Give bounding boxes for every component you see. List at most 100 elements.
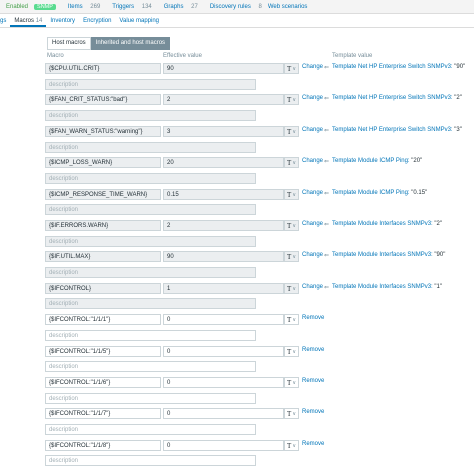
- triggers-link[interactable]: Triggers 134: [106, 4, 151, 10]
- value-type-button[interactable]: T ∨: [284, 63, 299, 74]
- description-input[interactable]: description: [45, 455, 256, 466]
- macro-input[interactable]: {$IFCONTROL:"1/1/8"}: [45, 440, 161, 451]
- change-button[interactable]: Change: [302, 158, 323, 164]
- host-macros-button[interactable]: Host macros: [47, 37, 91, 50]
- template-macro-value: "90": [454, 64, 466, 70]
- description-field: description: [45, 142, 256, 153]
- description-input[interactable]: description: [45, 393, 256, 404]
- description-row: description: [0, 142, 474, 154]
- value-type-button[interactable]: T ∨: [284, 283, 299, 294]
- description-input[interactable]: description: [45, 330, 256, 341]
- value-input[interactable]: 0: [163, 314, 284, 325]
- column-header-macro: Macro: [47, 53, 64, 59]
- remove-button[interactable]: Remove: [302, 315, 324, 321]
- macro-input[interactable]: {$IFCONTROL:"1/1/1"}: [45, 314, 161, 325]
- inherited-macro-row: {$IF.UTIL.MAX} 90 T ∨ Change ⇐ Template Module…: [0, 251, 474, 263]
- change-button[interactable]: Change: [302, 64, 323, 70]
- description-input[interactable]: description: [45, 361, 256, 372]
- host-tabs: gs Macros 14 Inventory Encryption Value …: [0, 14, 474, 28]
- change-button[interactable]: Change: [302, 252, 323, 258]
- template-link[interactable]: Template Module Interfaces SNMPv3:: [332, 284, 433, 290]
- macro-field: {$IFCONTROL}: [45, 283, 161, 294]
- web-scenarios-link[interactable]: Web scenarios: [268, 4, 308, 10]
- description-row: description: [0, 424, 474, 436]
- remove-button[interactable]: Remove: [302, 378, 324, 384]
- value-type-button[interactable]: T ∨: [284, 251, 299, 262]
- chevron-down-icon: ∨: [292, 286, 296, 292]
- tab-value-mapping[interactable]: Value mapping: [115, 18, 163, 27]
- change-button[interactable]: Change: [302, 221, 323, 227]
- change-button[interactable]: Change: [302, 190, 323, 196]
- description-field: description: [45, 110, 256, 121]
- template-macro-value: "3": [454, 127, 462, 133]
- template-link[interactable]: Template Net HP Enterprise Switch SNMPv3…: [332, 95, 453, 101]
- text-type-icon: T: [287, 159, 292, 167]
- value-field: 3: [163, 126, 284, 137]
- remove-button[interactable]: Remove: [302, 441, 324, 447]
- remove-button[interactable]: Remove: [302, 347, 324, 353]
- template-link[interactable]: Template Module ICMP Ping:: [332, 190, 410, 196]
- value-type-button[interactable]: T ∨: [284, 377, 299, 388]
- host-status-bar: Enabled SNMP Items 269 Triggers 134 Grap…: [0, 0, 474, 14]
- description-row: description: [0, 110, 474, 122]
- template-link[interactable]: Template Module ICMP Ping:: [332, 158, 410, 164]
- change-button[interactable]: Change: [302, 284, 323, 290]
- inherited-macros-button[interactable]: Inherited and host macros: [90, 37, 171, 50]
- macro-field: {$ICMP_RESPONSE_TIME_WARN}: [45, 189, 161, 200]
- value-field: 90: [163, 251, 284, 262]
- template-link[interactable]: Template Net HP Enterprise Switch SNMPv3…: [332, 64, 453, 70]
- macro-input[interactable]: {$IFCONTROL:"1/1/5"}: [45, 346, 161, 357]
- value-type-button[interactable]: T ∨: [284, 314, 299, 325]
- change-button[interactable]: Change: [302, 95, 323, 101]
- value-type-button[interactable]: T ∨: [284, 189, 299, 200]
- discovery-rules-link[interactable]: Discovery rules 8: [204, 4, 262, 10]
- items-link[interactable]: Items 269: [62, 4, 100, 10]
- value-type-button[interactable]: T ∨: [284, 126, 299, 137]
- macro-input[interactable]: {$IFCONTROL:"1/1/6"}: [45, 377, 161, 388]
- chevron-down-icon: ∨: [292, 349, 296, 355]
- description-field: description: [45, 173, 256, 184]
- value-type-button[interactable]: T ∨: [284, 346, 299, 357]
- tab-tags[interactable]: gs: [0, 18, 10, 27]
- chevron-down-icon: ∨: [292, 411, 296, 417]
- host-macro-row: {$IFCONTROL:"1/1/8"} 0 T ∨ Remove: [0, 440, 474, 452]
- tab-inventory[interactable]: Inventory: [46, 18, 79, 27]
- snmp-badge: SNMP: [34, 3, 56, 10]
- change-button[interactable]: Change: [302, 127, 323, 133]
- graphs-link[interactable]: Graphs 27: [158, 4, 198, 10]
- value-type-button[interactable]: T ∨: [284, 157, 299, 168]
- template-macro-value: "90": [434, 252, 446, 258]
- value-type-button[interactable]: T ∨: [284, 94, 299, 105]
- template-macro-value: "2": [454, 95, 462, 101]
- inherited-macro-row: {$FAN_WARN_STATUS:"warning"} 3 T ∨ Change ⇐ Te…: [0, 126, 474, 138]
- value-input[interactable]: 0: [163, 377, 284, 388]
- text-type-icon: T: [287, 410, 292, 418]
- value-input[interactable]: 0: [163, 346, 284, 357]
- value-type-button[interactable]: T ∨: [284, 408, 299, 419]
- value-type-button[interactable]: T ∨: [284, 440, 299, 451]
- text-type-icon: T: [287, 285, 292, 293]
- text-type-icon: T: [287, 253, 292, 261]
- status-enabled[interactable]: Enabled: [6, 4, 28, 10]
- chevron-down-icon: ∨: [292, 223, 296, 229]
- template-link[interactable]: Template Module Interfaces SNMPv3:: [332, 252, 433, 258]
- value-type-button[interactable]: T ∨: [284, 220, 299, 231]
- value-input[interactable]: 0: [163, 408, 284, 419]
- template-link[interactable]: Template Net HP Enterprise Switch SNMPv3…: [332, 127, 453, 133]
- remove-button[interactable]: Remove: [302, 409, 324, 415]
- arrow-left-icon: ⇐: [324, 285, 330, 291]
- tab-macros[interactable]: Macros 14: [10, 18, 47, 27]
- template-macro-value: "20": [411, 158, 423, 164]
- chevron-down-icon: ∨: [292, 192, 296, 198]
- host-macro-row: {$IFCONTROL:"1/1/6"} 0 T ∨ Remove: [0, 377, 474, 389]
- macro-input[interactable]: {$IFCONTROL:"1/1/7"}: [45, 408, 161, 419]
- template-value: Template Net HP Enterprise Switch SNMPv3…: [332, 127, 462, 133]
- description-input[interactable]: description: [45, 424, 256, 435]
- text-type-icon: T: [287, 96, 292, 104]
- tab-encryption[interactable]: Encryption: [79, 18, 115, 27]
- template-link[interactable]: Template Module Interfaces SNMPv3:: [332, 221, 433, 227]
- macro-field: {$ICMP_LOSS_WARN}: [45, 157, 161, 168]
- value-field: 2: [163, 220, 284, 231]
- value-input[interactable]: 0: [163, 440, 284, 451]
- chevron-down-icon: ∨: [292, 254, 296, 260]
